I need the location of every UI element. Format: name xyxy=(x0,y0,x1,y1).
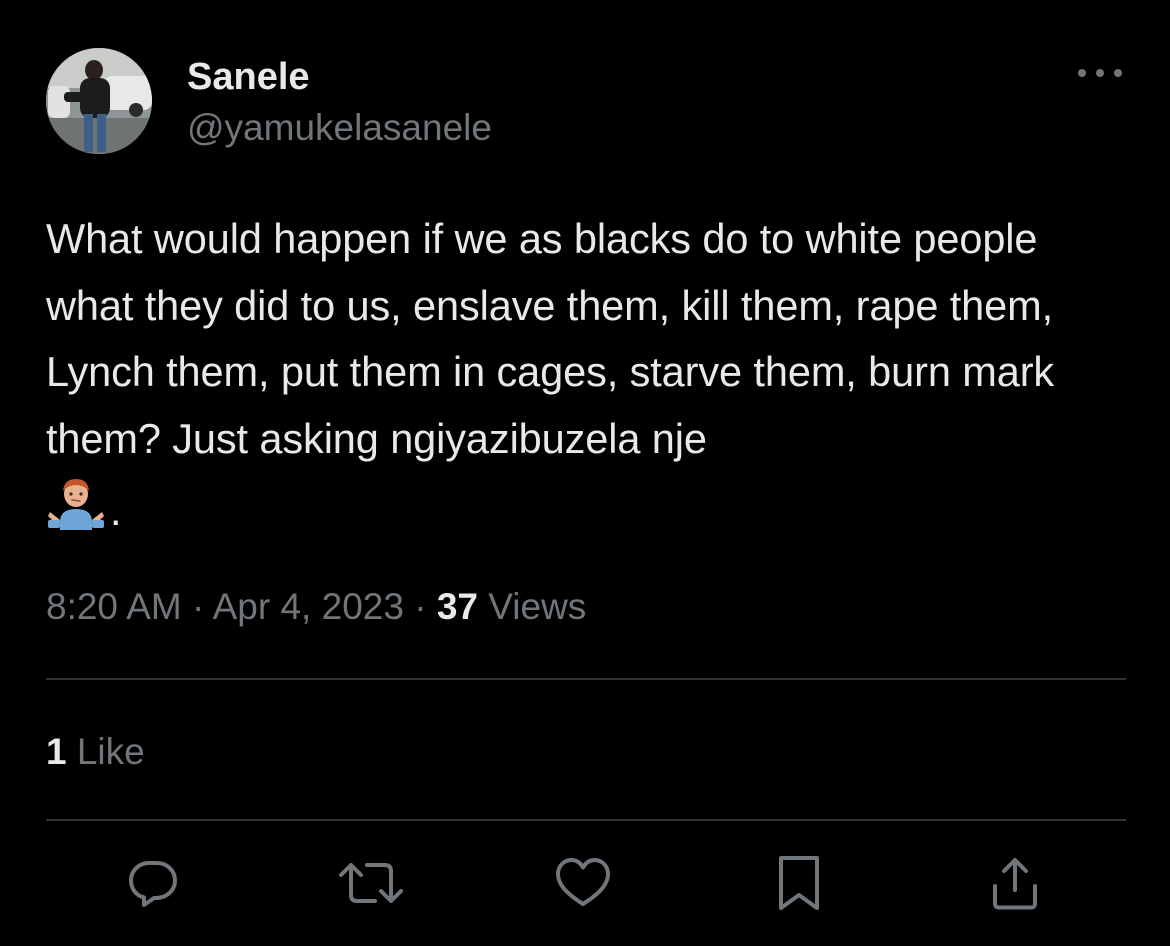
tweet-text: What would happen if we as blacks do to … xyxy=(46,215,1066,462)
tweet-time[interactable]: 8:20 AM xyxy=(46,586,182,627)
more-dot-icon xyxy=(1096,69,1104,77)
avatar-photo xyxy=(46,48,152,154)
meta-separator: · xyxy=(414,586,427,627)
share-icon xyxy=(993,858,1037,910)
author-display-name[interactable]: Sanele xyxy=(187,54,492,100)
divider xyxy=(46,819,1126,821)
like-button[interactable] xyxy=(548,848,618,918)
views-count: 37 xyxy=(436,586,478,627)
likes-stat[interactable]: 1 Like xyxy=(46,728,145,776)
divider xyxy=(46,678,1126,680)
share-button[interactable] xyxy=(980,848,1050,918)
meta-separator: · xyxy=(192,586,205,627)
reply-button[interactable] xyxy=(118,848,188,918)
heart-icon xyxy=(556,858,610,906)
tweet-meta: 8:20 AM · Apr 4, 2023 · 37 Views xyxy=(46,582,586,632)
action-bar xyxy=(46,848,1126,918)
more-dot-icon xyxy=(1078,69,1086,77)
more-options-button[interactable] xyxy=(1078,62,1122,84)
like-count: 1 xyxy=(46,731,67,772)
tweet-header: Sanele @yamukelasanele xyxy=(46,48,1126,158)
more-dot-icon xyxy=(1114,69,1122,77)
person-shrugging-emoji xyxy=(48,479,104,530)
reply-icon xyxy=(129,861,177,907)
tweet-date[interactable]: Apr 4, 2023 xyxy=(213,586,404,627)
retweet-icon xyxy=(339,863,403,903)
bookmark-icon xyxy=(779,856,819,910)
tweet-emoji-line: . xyxy=(46,476,122,536)
views-label: Views xyxy=(488,586,587,627)
tweet-text-end: . xyxy=(110,487,122,534)
author-handle[interactable]: @yamukelasanele xyxy=(187,104,492,152)
author-info: Sanele @yamukelasanele xyxy=(187,54,492,152)
avatar[interactable] xyxy=(46,48,152,154)
like-label: Like xyxy=(76,731,145,772)
retweet-button[interactable] xyxy=(336,848,406,918)
tweet-detail: Sanele @yamukelasanele What would happen… xyxy=(0,0,1170,946)
bookmark-button[interactable] xyxy=(764,848,834,918)
